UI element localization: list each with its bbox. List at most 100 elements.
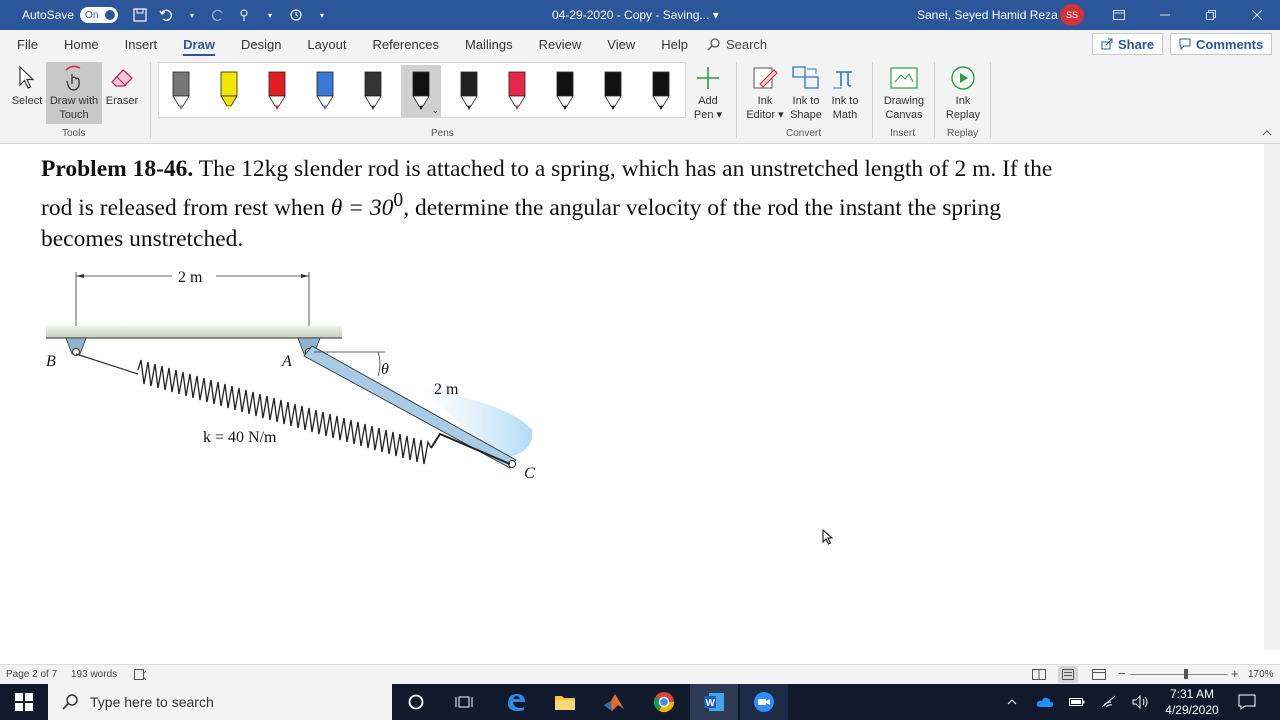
autosave-state: On: [85, 9, 99, 21]
tab-design[interactable]: Design: [228, 30, 294, 58]
tell-me-label: Search: [725, 36, 768, 52]
autosave-toggle[interactable]: On: [80, 7, 119, 23]
chrome-icon[interactable]: [640, 684, 688, 720]
pen-swatch[interactable]: [593, 65, 633, 117]
draw-with-touch-button[interactable]: Draw with Touch: [46, 62, 102, 124]
restore-icon[interactable]: [1188, 0, 1234, 30]
word-count[interactable]: 193 words: [71, 669, 117, 680]
problem-label: Problem 18-46.: [41, 156, 194, 182]
tab-review[interactable]: Review: [526, 30, 595, 58]
word-app-icon[interactable]: W: [690, 684, 738, 720]
pen-swatch[interactable]: [497, 65, 537, 117]
minimize-icon[interactable]: [1142, 0, 1188, 30]
ribbon-display-icon[interactable]: [1096, 0, 1142, 30]
taskbar-search-input[interactable]: Type here to search: [48, 684, 392, 720]
pen-swatch[interactable]: [209, 65, 249, 117]
wifi-icon[interactable]: [1098, 684, 1120, 720]
user-name[interactable]: Sanei, Seyed Hamid Reza: [917, 8, 1058, 22]
page-indicator[interactable]: Page 2 of 7: [6, 669, 57, 680]
eraser-button[interactable]: Eraser: [103, 62, 141, 108]
document-area[interactable]: Problem 18-46. The 12kg slender rod is a…: [0, 144, 1280, 650]
tell-me-search[interactable]: Search: [707, 37, 767, 52]
show-hidden-icons-chevron[interactable]: [1002, 684, 1022, 720]
zoom-out-icon[interactable]: −: [1118, 666, 1126, 681]
document-title[interactable]: 04-29-2020 - Copy - Saving... ▾: [552, 8, 719, 22]
customize-qat-icon[interactable]: ▾: [312, 5, 332, 25]
notifications-icon[interactable]: [1230, 684, 1264, 720]
ribbon: Select Draw with Touch Eraser Tools ⌄ Pe…: [0, 58, 1280, 144]
ink-editor-label-2: Editor ▾: [746, 109, 784, 121]
tab-home[interactable]: Home: [51, 30, 112, 58]
eraser-label: Eraser: [105, 95, 139, 107]
tab-help[interactable]: Help: [648, 30, 701, 58]
windows-start-icon[interactable]: [0, 684, 48, 720]
zoom-level[interactable]: 170%: [1248, 669, 1274, 680]
comments-button[interactable]: Comments: [1170, 33, 1273, 55]
ink-to-shape-button[interactable]: Ink to Shape: [788, 62, 824, 122]
battery-icon[interactable]: [1066, 684, 1088, 720]
pen-swatch[interactable]: [305, 65, 345, 117]
zoom-in-icon[interactable]: +: [1231, 666, 1239, 681]
vertical-scrollbar[interactable]: [1264, 144, 1280, 650]
print-layout-icon[interactable]: [1058, 666, 1078, 683]
pen-swatch[interactable]: [545, 65, 585, 117]
tab-draw[interactable]: Draw: [170, 30, 228, 58]
task-view-icon[interactable]: [440, 684, 488, 720]
proofing-icon[interactable]: [134, 669, 147, 683]
tab-file[interactable]: File: [4, 30, 51, 58]
close-icon[interactable]: [1234, 0, 1280, 30]
draw-touch-label-1: Draw with: [49, 95, 99, 107]
refresh-icon[interactable]: [286, 5, 306, 25]
problem-text-line-2a: rod is released from rest when: [41, 194, 331, 221]
pen-swatch[interactable]: [449, 65, 489, 117]
group-divider: [990, 62, 991, 138]
zoom-slider-track[interactable]: [1130, 674, 1228, 675]
pen-swatch[interactable]: ⌄: [401, 65, 441, 117]
cursor-arrow-icon: [12, 62, 42, 94]
web-layout-icon[interactable]: [1092, 669, 1106, 683]
zoom-app-icon[interactable]: [740, 684, 788, 720]
dropdown-icon[interactable]: ▾: [260, 5, 280, 25]
edge-browser-icon[interactable]: [492, 684, 540, 720]
replay-icon: [948, 62, 978, 94]
zoom-slider-thumb[interactable]: [1184, 669, 1188, 679]
theta-superscript: 0: [393, 190, 404, 211]
file-explorer-icon[interactable]: [541, 684, 589, 720]
taskbar-clock[interactable]: 7:31 AM 4/29/2020: [1160, 686, 1224, 718]
redo-icon[interactable]: [208, 5, 228, 25]
select-label: Select: [11, 95, 43, 107]
point-b-label: B: [46, 353, 56, 370]
dimension-label: 2 m: [178, 269, 203, 286]
touch-mode-icon[interactable]: [234, 5, 254, 25]
tab-references[interactable]: References: [359, 30, 451, 58]
rod-spring-diagram: 2 m θ B A C 2 m k = 40 N/m: [46, 269, 535, 482]
share-button[interactable]: Share: [1092, 33, 1164, 55]
pen-swatch[interactable]: [353, 65, 393, 117]
ink-replay-button[interactable]: Ink Replay: [942, 62, 984, 122]
collapse-ribbon-icon[interactable]: [1262, 128, 1272, 139]
volume-icon[interactable]: [1130, 684, 1152, 720]
select-button[interactable]: Select: [8, 62, 46, 108]
cortana-icon[interactable]: [392, 684, 440, 720]
add-pen-button[interactable]: Add Pen ▾: [690, 62, 726, 122]
pen-swatch[interactable]: [641, 65, 681, 117]
undo-icon[interactable]: [156, 5, 176, 25]
matlab-icon[interactable]: [590, 684, 638, 720]
dropdown-icon[interactable]: ▾: [182, 5, 202, 25]
ink-editor-button[interactable]: Ink Editor ▾: [744, 62, 786, 122]
tab-view[interactable]: View: [594, 30, 648, 58]
theta-expression: θ = 30: [330, 194, 394, 221]
ink-to-math-button[interactable]: Ink to Math: [827, 62, 863, 122]
read-mode-icon[interactable]: [1032, 669, 1046, 683]
avatar[interactable]: SS: [1060, 4, 1084, 26]
drawing-canvas-button[interactable]: Drawing Canvas: [880, 62, 928, 122]
tab-layout[interactable]: Layout: [294, 30, 359, 58]
save-icon[interactable]: [130, 5, 150, 25]
svg-text:W: W: [706, 698, 716, 709]
tab-insert[interactable]: Insert: [112, 30, 171, 58]
pen-swatch[interactable]: [161, 65, 201, 117]
onedrive-cloud-icon[interactable]: [1034, 684, 1056, 720]
ink-editor-label-1: Ink: [757, 95, 773, 107]
pen-swatch[interactable]: [257, 65, 297, 117]
tab-mailings[interactable]: Mailings: [452, 30, 526, 58]
